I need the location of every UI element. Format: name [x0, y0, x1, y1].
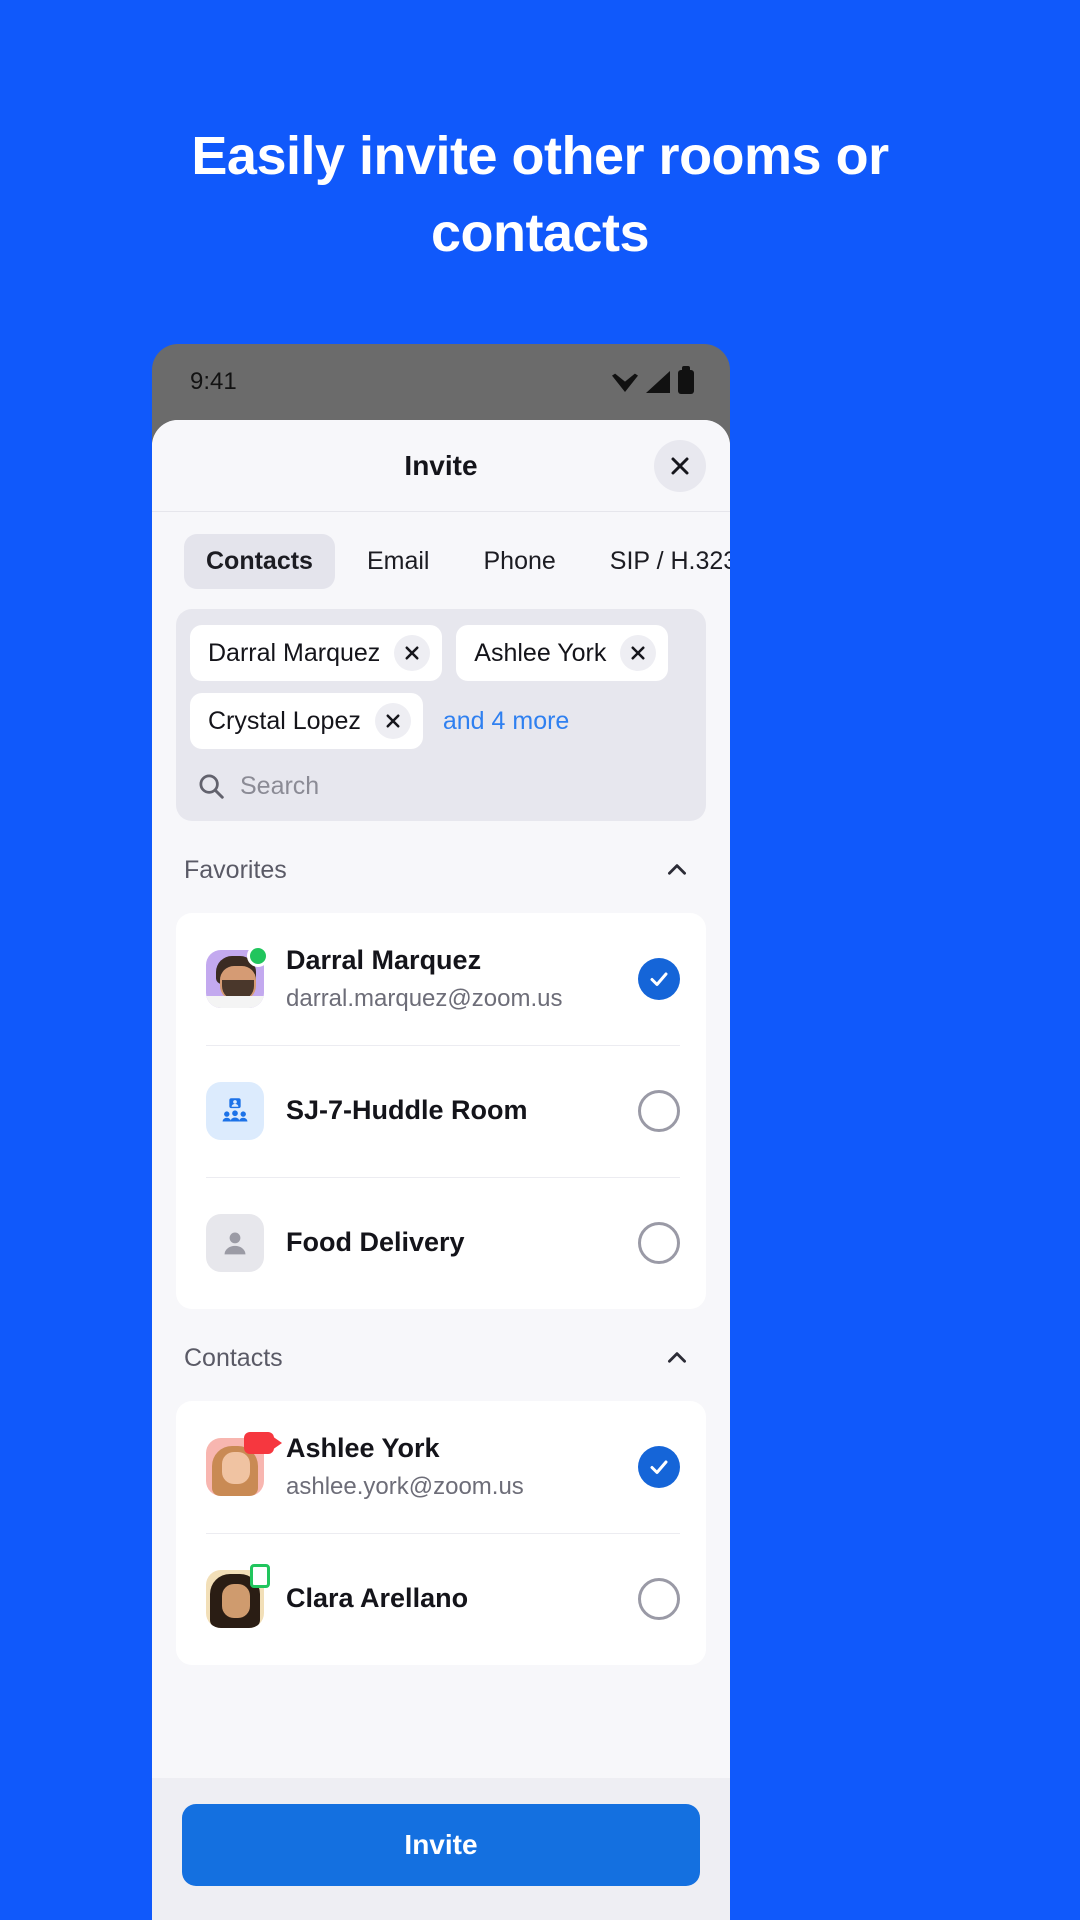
sheet-header: Invite: [152, 420, 730, 512]
chip-remove-button[interactable]: [620, 635, 657, 671]
collapse-favorites-button[interactable]: [654, 847, 700, 893]
status-bar: 9:41: [152, 344, 730, 420]
wifi-icon: [612, 373, 638, 392]
favorites-card: Darral Marquez darral.marquez@zoom.us SJ…: [176, 913, 706, 1309]
huddle-room-icon: [206, 1082, 264, 1140]
close-button[interactable]: [654, 439, 706, 492]
avatar: [206, 945, 269, 1008]
tab-sip-h323[interactable]: SIP / H.323: [588, 534, 730, 589]
list-item-text: Food Delivery: [286, 1226, 638, 1260]
selected-chips: Darral Marquez Ashlee York Crystal Lopez…: [190, 625, 692, 749]
list-item-subtitle: darral.marquez@zoom.us: [286, 984, 563, 1012]
chip-label: Crystal Lopez: [208, 706, 361, 735]
list-item-name: Food Delivery: [286, 1227, 465, 1258]
list-item-text: Clara Arellano: [286, 1582, 638, 1616]
meeting-room-icon: [222, 1098, 248, 1122]
chip-label: Darral Marquez: [208, 638, 381, 667]
list-item-name: Clara Arellano: [286, 1583, 469, 1614]
list-item[interactable]: Darral Marquez darral.marquez@zoom.us: [176, 913, 706, 1045]
cellular-signal-icon: [646, 371, 670, 393]
tab-email[interactable]: Email: [345, 534, 452, 589]
list-item[interactable]: Food Delivery: [176, 1177, 706, 1309]
list-item-text: Darral Marquez darral.marquez@zoom.us: [286, 944, 638, 1014]
close-icon: [386, 714, 400, 728]
person-icon: [224, 1232, 246, 1255]
list-item-text: Ashlee York ashlee.york@zoom.us: [286, 1432, 638, 1502]
list-item[interactable]: SJ-7-Huddle Room: [176, 1045, 706, 1177]
list-item[interactable]: Clara Arellano: [176, 1533, 706, 1665]
section-title: Favorites: [184, 855, 287, 884]
chip-remove-button[interactable]: [394, 635, 431, 671]
generic-contact-icon: [206, 1214, 264, 1272]
contact-list[interactable]: Favorites Darral Marquez darral.marquez@…: [152, 821, 730, 1920]
chip-crystal-lopez[interactable]: Crystal Lopez: [190, 693, 423, 749]
chip-label: Ashlee York: [474, 638, 607, 667]
search-input[interactable]: Search: [240, 772, 319, 801]
select-checkbox-unchecked[interactable]: [638, 1090, 680, 1132]
chip-remove-button[interactable]: [374, 703, 411, 739]
invite-button[interactable]: Invite: [182, 1804, 700, 1886]
avatar: [206, 1564, 270, 1628]
select-checkbox-checked[interactable]: [638, 1446, 680, 1488]
list-item-subtitle: ashlee.york@zoom.us: [286, 1472, 524, 1500]
page-title: Invite: [404, 449, 478, 481]
page-headline: Easily invite other rooms or contacts: [191, 126, 889, 263]
section-title: Contacts: [184, 1343, 283, 1372]
tab-contacts[interactable]: Contacts: [184, 534, 335, 589]
footer-action-bar: Invite: [152, 1778, 730, 1920]
select-checkbox-checked[interactable]: [638, 958, 680, 1000]
status-icon-group: [612, 366, 694, 394]
presence-online-icon: [247, 945, 269, 967]
invite-method-tabs: Contacts Email Phone SIP / H.323: [152, 512, 730, 609]
close-icon: [405, 646, 419, 660]
contacts-card: Ashlee York ashlee.york@zoom.us Clara Ar…: [176, 1401, 706, 1665]
section-header-favorites: Favorites: [152, 821, 730, 913]
search-row[interactable]: Search: [190, 749, 692, 807]
list-item-name: Darral Marquez: [286, 945, 482, 976]
list-item-name: SJ-7-Huddle Room: [286, 1095, 528, 1126]
chevron-up-icon: [668, 864, 686, 875]
close-icon: [671, 457, 689, 474]
selection-panel: Darral Marquez Ashlee York Crystal Lopez…: [176, 609, 706, 821]
collapse-contacts-button[interactable]: [654, 1335, 700, 1381]
chevron-up-icon: [668, 1352, 686, 1363]
battery-icon: [678, 366, 694, 394]
list-item-text: SJ-7-Huddle Room: [286, 1094, 638, 1128]
phone-mockup: 9:41 Invite Contacts Email Phone SIP / H…: [152, 344, 730, 1920]
select-checkbox-unchecked[interactable]: [638, 1578, 680, 1620]
presence-in-meeting-icon: [244, 1432, 282, 1454]
tab-phone[interactable]: Phone: [461, 534, 577, 589]
avatar: [206, 1214, 264, 1272]
select-checkbox-unchecked[interactable]: [638, 1222, 680, 1264]
chip-darral-marquez[interactable]: Darral Marquez: [190, 625, 443, 681]
section-header-contacts: Contacts: [152, 1309, 730, 1401]
search-icon: [199, 774, 224, 799]
check-icon: [650, 972, 668, 986]
avatar: [206, 1082, 264, 1140]
invite-sheet: Invite Contacts Email Phone SIP / H.323 …: [152, 420, 730, 1920]
and-more-link[interactable]: and 4 more: [437, 707, 569, 736]
avatar: [206, 1432, 282, 1496]
list-item[interactable]: Ashlee York ashlee.york@zoom.us: [176, 1401, 706, 1533]
check-icon: [650, 1460, 668, 1474]
chip-ashlee-york[interactable]: Ashlee York: [456, 625, 669, 681]
status-time: 9:41: [190, 368, 237, 395]
close-icon: [631, 646, 645, 660]
presence-available-icon: [250, 1564, 270, 1588]
list-item-name: Ashlee York: [286, 1433, 440, 1464]
